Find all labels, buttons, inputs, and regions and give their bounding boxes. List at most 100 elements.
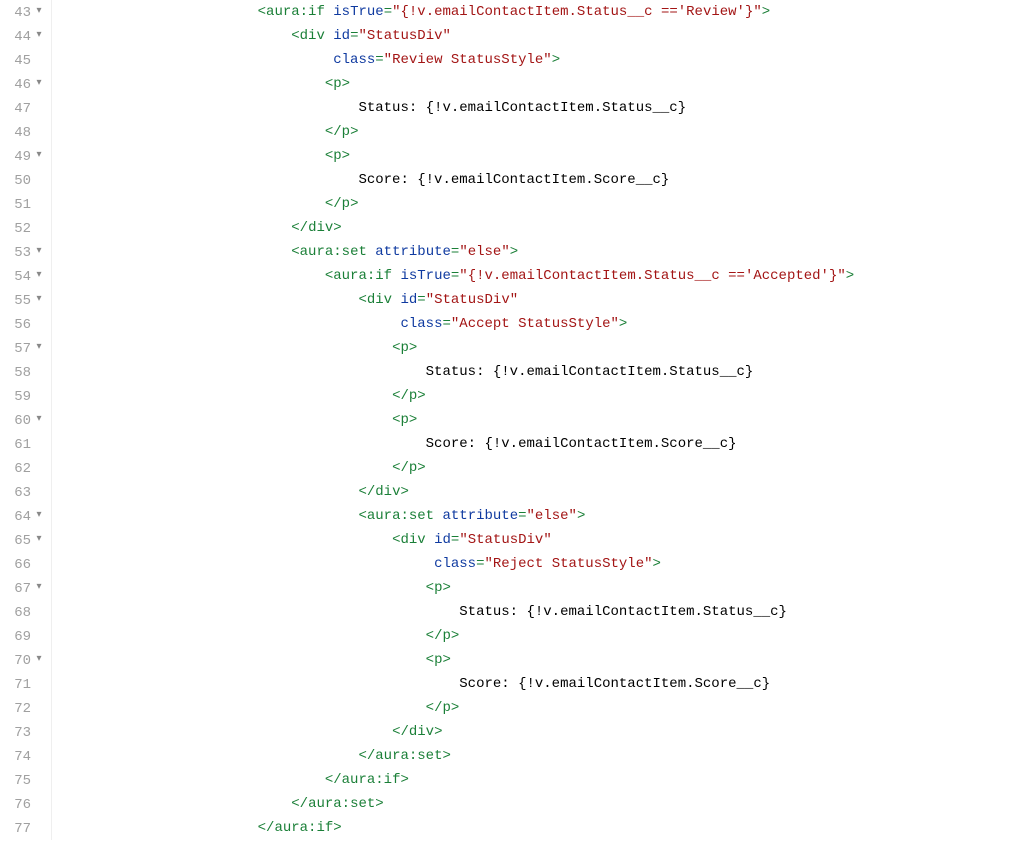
code-line[interactable]: </p> xyxy=(56,120,1019,144)
code-line[interactable]: </aura:set> xyxy=(56,792,1019,816)
code-line[interactable]: <p> xyxy=(56,336,1019,360)
fold-icon xyxy=(31,792,47,816)
token-punct: > xyxy=(409,340,417,356)
code-line[interactable]: <aura:if isTrue="{!v.emailContactItem.St… xyxy=(56,264,1019,288)
line-number: 72 xyxy=(7,697,31,721)
fold-icon[interactable]: ▾ xyxy=(31,288,47,312)
code-line[interactable]: class="Reject StatusStyle"> xyxy=(56,552,1019,576)
code-line[interactable]: <div id="StatusDiv" xyxy=(56,528,1019,552)
gutter-line: 76 xyxy=(0,792,47,816)
line-number: 69 xyxy=(7,625,31,649)
fold-icon xyxy=(31,624,47,648)
fold-icon[interactable]: ▾ xyxy=(31,264,47,288)
token-attr: isTrue xyxy=(333,4,383,20)
token-punct: < xyxy=(325,148,333,164)
code-line[interactable]: </div> xyxy=(56,480,1019,504)
token-punct: > xyxy=(342,148,350,164)
token-txt xyxy=(56,52,333,68)
token-punct: = xyxy=(384,4,392,20)
code-line[interactable]: </div> xyxy=(56,216,1019,240)
line-number: 70 xyxy=(7,649,31,673)
gutter-line: 46▾ xyxy=(0,72,47,96)
code-line[interactable]: </p> xyxy=(56,624,1019,648)
token-tag: p xyxy=(400,412,408,428)
code-line[interactable]: Score: {!v.emailContactItem.Score__c} xyxy=(56,168,1019,192)
gutter-line: 53▾ xyxy=(0,240,47,264)
code-line[interactable]: </div> xyxy=(56,720,1019,744)
fold-icon[interactable]: ▾ xyxy=(31,504,47,528)
code-line[interactable]: <div id="StatusDiv" xyxy=(56,24,1019,48)
code-line[interactable]: <aura:set attribute="else"> xyxy=(56,240,1019,264)
fold-icon xyxy=(31,360,47,384)
token-punct: </ xyxy=(325,196,342,212)
token-attr: id xyxy=(400,292,417,308)
token-txt xyxy=(56,220,291,236)
code-line[interactable]: </p> xyxy=(56,456,1019,480)
code-line[interactable]: Score: {!v.emailContactItem.Score__c} xyxy=(56,672,1019,696)
fold-icon[interactable]: ▾ xyxy=(31,408,47,432)
token-txt xyxy=(56,4,258,20)
token-txt xyxy=(56,316,400,332)
code-line[interactable]: </aura:set> xyxy=(56,744,1019,768)
code-line[interactable]: <aura:if isTrue="{!v.emailContactItem.St… xyxy=(56,0,1019,24)
code-line[interactable]: class="Accept StatusStyle"> xyxy=(56,312,1019,336)
code-line[interactable]: <p> xyxy=(56,408,1019,432)
fold-icon[interactable]: ▾ xyxy=(31,0,47,24)
gutter-line: 44▾ xyxy=(0,24,47,48)
token-txt xyxy=(56,244,291,260)
code-line[interactable]: <aura:set attribute="else"> xyxy=(56,504,1019,528)
token-tag: aura:set xyxy=(367,508,434,524)
token-punct: = xyxy=(375,52,383,68)
token-punct: </ xyxy=(325,772,342,788)
fold-icon[interactable]: ▾ xyxy=(31,24,47,48)
code-line[interactable]: <p> xyxy=(56,576,1019,600)
code-area[interactable]: <aura:if isTrue="{!v.emailContactItem.St… xyxy=(52,0,1019,840)
token-txt xyxy=(56,412,392,428)
token-txt xyxy=(56,28,291,44)
code-line[interactable]: </aura:if> xyxy=(56,768,1019,792)
fold-icon[interactable]: ▾ xyxy=(31,72,47,96)
token-punct: > xyxy=(619,316,627,332)
token-str: "{!v.emailContactItem.Status__c =='Revie… xyxy=(392,4,762,20)
token-punct: < xyxy=(426,580,434,596)
code-line[interactable]: </p> xyxy=(56,384,1019,408)
token-tag: p xyxy=(442,700,450,716)
code-line[interactable]: Status: {!v.emailContactItem.Status__c} xyxy=(56,600,1019,624)
fold-icon[interactable]: ▾ xyxy=(31,240,47,264)
token-punct: > xyxy=(417,460,425,476)
code-editor[interactable]: 43▾44▾45 46▾47 48 49▾50 51 52 53▾54▾55▾5… xyxy=(0,0,1019,840)
code-line[interactable]: </p> xyxy=(56,696,1019,720)
token-tag: p xyxy=(342,124,350,140)
code-line[interactable]: </p> xyxy=(56,192,1019,216)
code-line[interactable]: <p> xyxy=(56,72,1019,96)
token-tag: aura:if xyxy=(266,4,325,20)
code-line[interactable]: </aura:if> xyxy=(56,816,1019,840)
gutter-line: 75 xyxy=(0,768,47,792)
fold-icon[interactable]: ▾ xyxy=(31,576,47,600)
token-str: "Review StatusStyle" xyxy=(384,52,552,68)
token-punct: > xyxy=(409,412,417,428)
fold-icon[interactable]: ▾ xyxy=(31,336,47,360)
code-line[interactable]: Score: {!v.emailContactItem.Score__c} xyxy=(56,432,1019,456)
code-line[interactable]: Status: {!v.emailContactItem.Status__c} xyxy=(56,360,1019,384)
line-number: 57 xyxy=(7,337,31,361)
gutter-line: 61 xyxy=(0,432,47,456)
fold-icon[interactable]: ▾ xyxy=(31,144,47,168)
fold-icon[interactable]: ▾ xyxy=(31,648,47,672)
fold-icon xyxy=(31,480,47,504)
code-line[interactable]: <p> xyxy=(56,144,1019,168)
gutter-line: 59 xyxy=(0,384,47,408)
token-punct: > xyxy=(333,820,341,836)
line-number: 65 xyxy=(7,529,31,553)
fold-icon[interactable]: ▾ xyxy=(31,528,47,552)
token-txt xyxy=(56,820,258,836)
token-attr: attribute xyxy=(442,508,518,524)
code-line[interactable]: <p> xyxy=(56,648,1019,672)
code-line[interactable]: class="Review StatusStyle"> xyxy=(56,48,1019,72)
code-line[interactable]: Status: {!v.emailContactItem.Status__c} xyxy=(56,96,1019,120)
code-line[interactable]: <div id="StatusDiv" xyxy=(56,288,1019,312)
token-txt xyxy=(56,556,434,572)
gutter-line: 69 xyxy=(0,624,47,648)
line-number: 46 xyxy=(7,73,31,97)
line-number: 66 xyxy=(7,553,31,577)
